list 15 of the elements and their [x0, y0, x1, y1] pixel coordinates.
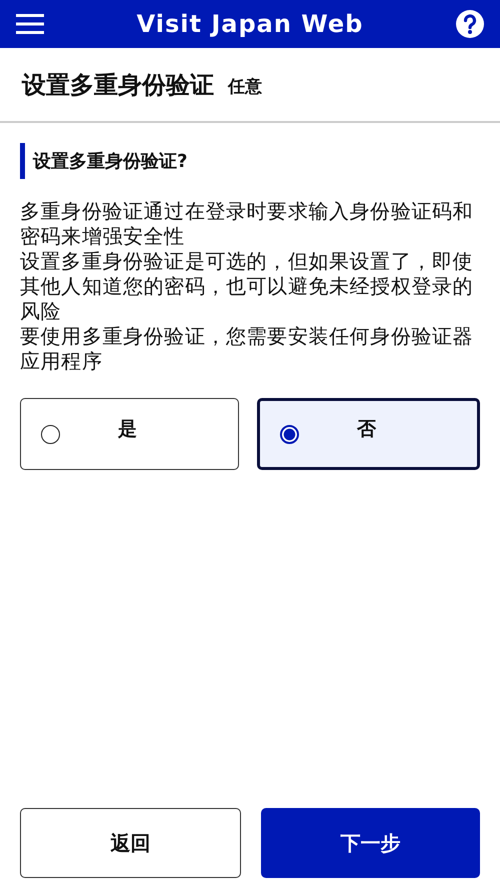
optional-label: 任意: [228, 76, 262, 98]
page-title: 设置多重身份验证: [22, 70, 214, 100]
next-button[interactable]: 下一步: [261, 808, 480, 878]
radio-icon: [280, 424, 299, 444]
description-text: 要使用多重身份验证，您需要安装任何身份验证器应用程序: [20, 324, 474, 374]
radio-option[interactable]: 否: [257, 398, 480, 470]
section-heading: 设置多重身份验证?: [20, 143, 480, 179]
app-title: Visit Japan Web: [136, 10, 364, 38]
help-icon[interactable]: [456, 10, 484, 38]
radio-option[interactable]: 是: [20, 398, 239, 470]
back-button[interactable]: 返回: [20, 808, 241, 878]
radio-icon: [41, 424, 60, 444]
menu-icon[interactable]: [16, 13, 44, 35]
description-text: 设置多重身份验证是可选的，但如果设置了，即使其他人知道您的密码，也可以避免未经授权登录的风险: [20, 249, 474, 324]
description-text: 多重身份验证通过在登录时要求输入身份验证码和密码来增强安全性: [20, 199, 474, 249]
